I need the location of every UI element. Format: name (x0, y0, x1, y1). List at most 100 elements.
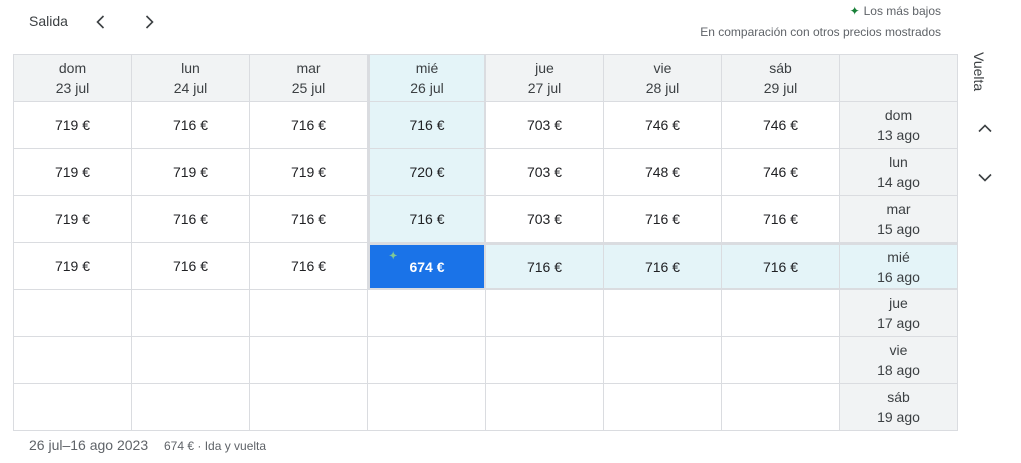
price-cell[interactable]: ✦ 674 € (368, 243, 486, 290)
empty-price-cell (722, 384, 840, 431)
price-value: 719 € (54, 258, 91, 274)
price-value: 720 € (409, 164, 445, 180)
price-cell[interactable]: 746 € (722, 102, 840, 149)
empty-price-cell (14, 290, 132, 337)
weekday-label: jue (889, 295, 908, 311)
price-cell[interactable]: 716 € (722, 196, 840, 243)
price-value: 716 € (172, 211, 209, 227)
price-cell[interactable]: 703 € (486, 102, 604, 149)
weekday-label: mar (886, 201, 911, 217)
departure-date-header: sáb 29 jul (722, 55, 840, 102)
date-label: 13 ago (877, 127, 920, 143)
price-cell[interactable]: 703 € (486, 196, 604, 243)
price-cell[interactable]: 716 € (486, 243, 604, 290)
empty-price-cell (14, 337, 132, 384)
price-cell[interactable]: 720 € (368, 149, 486, 196)
price-value: 719 € (290, 164, 327, 180)
sparkle-icon: ✦ (849, 4, 860, 18)
price-cell[interactable]: 716 € (250, 102, 368, 149)
price-value: 716 € (290, 211, 327, 227)
empty-price-cell (368, 290, 486, 337)
price-cell[interactable]: 716 € (604, 243, 722, 290)
price-value: 716 € (409, 117, 445, 133)
return-date-header: vie 18 ago (840, 337, 958, 384)
price-cell[interactable]: 719 € (14, 243, 132, 290)
chevron-up-icon (978, 124, 992, 133)
prev-week-button[interactable] (87, 8, 115, 36)
lowest-price-legend: ✦ Los más bajos (850, 4, 941, 18)
price-value: 716 € (172, 258, 209, 274)
return-date-header: dom 13 ago (840, 102, 958, 149)
departure-date-header: dom 23 jul (14, 55, 132, 102)
selected-dates: 26 jul–16 ago 2023 (29, 437, 149, 453)
price-grid: dom 23 jul lun 24 jul mar 25 jul mié 26 jul jue 2… (13, 54, 958, 431)
date-label: 19 ago (877, 409, 920, 425)
price-cell[interactable]: 716 € (368, 196, 486, 243)
date-label: 25 jul (291, 80, 326, 96)
price-cell[interactable]: 716 € (250, 196, 368, 243)
price-cell[interactable]: 716 € (722, 243, 840, 290)
price-value: 719 € (54, 164, 91, 180)
weekday-label: dom (58, 60, 87, 76)
price-cell[interactable]: 719 € (14, 149, 132, 196)
price-cell[interactable]: 716 € (368, 102, 486, 149)
prev-return-week-button[interactable] (973, 117, 997, 141)
empty-price-cell (132, 290, 250, 337)
departure-date-header: lun 24 jul (132, 55, 250, 102)
price-value: 674 € (409, 258, 445, 275)
price-cell[interactable]: 716 € (250, 243, 368, 290)
empty-price-cell (604, 337, 722, 384)
date-label: 27 jul (527, 80, 562, 96)
empty-price-cell (604, 384, 722, 431)
price-value: 716 € (409, 211, 445, 227)
price-cell[interactable]: 716 € (132, 243, 250, 290)
price-cell[interactable]: 719 € (250, 149, 368, 196)
header-title: Salida (29, 13, 68, 29)
next-week-button[interactable] (135, 8, 163, 36)
price-cell[interactable]: 716 € (132, 102, 250, 149)
price-value: 716 € (290, 117, 327, 133)
departure-date-header: mié 26 jul (368, 55, 486, 102)
price-cell[interactable]: 746 € (604, 102, 722, 149)
weekday-label: vie (653, 60, 672, 76)
date-label: 23 jul (55, 80, 90, 96)
legend-low-label: Los más bajos (863, 4, 941, 18)
date-label: 18 ago (877, 362, 920, 378)
date-label: 15 ago (877, 221, 920, 237)
price-value: 716 € (290, 258, 327, 274)
weekday-label: mié (415, 60, 439, 76)
price-cell[interactable]: 716 € (604, 196, 722, 243)
empty-price-cell (250, 290, 368, 337)
price-cell[interactable]: 719 € (14, 102, 132, 149)
date-label: 17 ago (877, 315, 920, 331)
date-label: 28 jul (645, 80, 680, 96)
price-cell[interactable]: 746 € (722, 149, 840, 196)
price-value: 746 € (762, 164, 799, 180)
return-date-header: sáb 19 ago (840, 384, 958, 431)
price-value: 746 € (644, 117, 681, 133)
date-label: 26 jul (410, 80, 444, 96)
departure-date-header: vie 28 jul (604, 55, 722, 102)
price-value: 716 € (762, 211, 799, 227)
empty-price-cell (486, 337, 604, 384)
price-cell[interactable]: 716 € (132, 196, 250, 243)
price-cell[interactable]: 719 € (14, 196, 132, 243)
price-value: 716 € (644, 258, 681, 275)
empty-price-cell (368, 384, 486, 431)
next-return-week-button[interactable] (973, 165, 997, 189)
return-date-header: mar 15 ago (840, 196, 958, 243)
weekday-label: mar (296, 60, 321, 76)
price-value: 703 € (526, 211, 563, 227)
price-value: 716 € (644, 211, 681, 227)
price-cell[interactable]: 748 € (604, 149, 722, 196)
return-date-header: jue 17 ago (840, 290, 958, 337)
price-value: 719 € (54, 211, 91, 227)
weekday-label: lun (181, 60, 200, 76)
date-label: 16 ago (877, 268, 920, 285)
price-cell[interactable]: 719 € (132, 149, 250, 196)
price-value: 716 € (762, 258, 799, 275)
selected-price-summary: 674 € · Ida y vuelta (164, 439, 267, 453)
price-value: 719 € (54, 117, 91, 133)
price-cell[interactable]: 703 € (486, 149, 604, 196)
price-value: 748 € (644, 164, 681, 180)
